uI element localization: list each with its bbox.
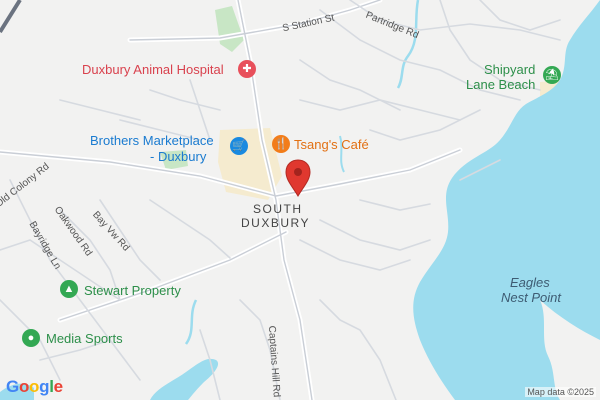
water-label-nest-point: Nest Point [501, 290, 561, 305]
poi-label-tsangs-cafe[interactable]: Tsang's Café [294, 137, 369, 152]
logo-letter: G [6, 377, 19, 396]
logo-letter: o [29, 377, 40, 396]
logo-letter: e [53, 377, 63, 396]
restaurant-icon[interactable]: 🍴 [272, 135, 290, 153]
poi-label-shipyard-1[interactable]: Shipyard [484, 62, 535, 77]
poi-label-animal-hospital[interactable]: Duxbury Animal Hospital [82, 62, 224, 77]
area-label-duxbury: DUXBURY [241, 216, 310, 230]
poi-label-shipyard-2[interactable]: Lane Beach [466, 77, 535, 92]
poi-label-stewart-property[interactable]: Stewart Property [84, 283, 181, 298]
map-view[interactable]: ✚ Duxbury Animal Hospital 🛒 Brothers Mar… [0, 0, 600, 400]
poi-label-media-sports[interactable]: Media Sports [46, 331, 123, 346]
shopping-cart-icon[interactable]: 🛒 [230, 137, 248, 155]
tree-icon[interactable]: ▲ [60, 280, 78, 298]
logo-letter: g [39, 377, 50, 396]
google-logo: Google [6, 377, 63, 397]
hospital-icon[interactable]: ✚ [238, 60, 256, 78]
place-dot-icon[interactable]: ● [22, 329, 40, 347]
area-label-south: SOUTH [253, 202, 303, 216]
logo-letter: o [18, 377, 30, 396]
poi-label-brothers-marketplace-1[interactable]: Brothers Marketplace [90, 133, 214, 148]
beach-icon[interactable]: ⛱ [543, 66, 561, 84]
map-attribution[interactable]: Map data ©2025 [525, 387, 596, 397]
poi-label-brothers-marketplace-2[interactable]: - Duxbury [150, 149, 206, 164]
water-label-eagles: Eagles [510, 275, 550, 290]
